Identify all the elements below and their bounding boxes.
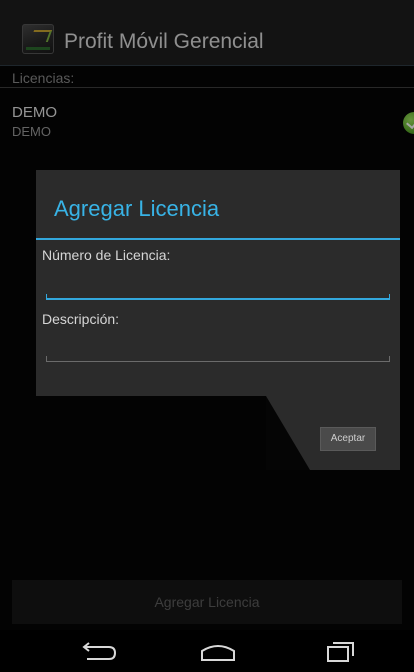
description-input-edge-right — [389, 356, 390, 362]
license-number-input[interactable] — [46, 272, 390, 300]
description-label: Descripción: — [42, 311, 120, 327]
dialog-title-divider — [36, 238, 400, 240]
home-icon[interactable] — [194, 638, 242, 666]
recents-icon[interactable] — [316, 638, 364, 666]
license-number-input-edge-right — [389, 294, 390, 300]
navigation-bar — [0, 630, 414, 672]
license-number-label: Número de Licencia: — [42, 247, 171, 263]
dialog-title: Agregar Licencia — [54, 196, 220, 221]
accept-button[interactable]: Aceptar — [320, 427, 376, 451]
license-number-input-edge-left — [46, 294, 47, 300]
back-icon[interactable] — [75, 638, 123, 666]
description-input[interactable] — [46, 334, 390, 362]
screen: Profit Móvil Gerencial Licencias: DEMO D… — [0, 0, 414, 672]
description-input-edge-left — [46, 356, 47, 362]
